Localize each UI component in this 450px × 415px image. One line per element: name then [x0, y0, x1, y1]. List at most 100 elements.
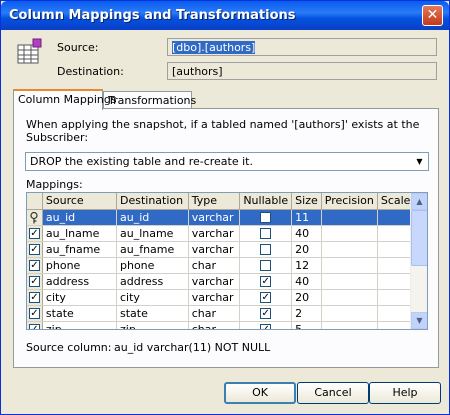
- cell-size[interactable]: 40: [291, 225, 322, 242]
- cell-nullable[interactable]: ✓: [239, 289, 293, 306]
- row-key-cell[interactable]: [27, 209, 43, 226]
- mappings-grid[interactable]: Source Destination Type Nullable Size Pr…: [26, 192, 428, 330]
- table-row[interactable]: ✓ state state char ✓ 2: [27, 305, 427, 322]
- table-row[interactable]: ✓ city city varchar ✓ 20: [27, 289, 427, 306]
- table-row[interactable]: au_id au_id varchar 11: [27, 209, 427, 226]
- nullable-checkbox[interactable]: [260, 212, 272, 223]
- column-header-precision[interactable]: Precision: [321, 193, 378, 210]
- column-header-destination[interactable]: Destination: [116, 193, 189, 210]
- cell-type[interactable]: char: [188, 257, 241, 274]
- column-header-nullable[interactable]: Nullable: [239, 193, 293, 210]
- cell-source[interactable]: zip: [42, 321, 117, 329]
- cell-nullable[interactable]: ✓: [239, 321, 293, 329]
- cell-type[interactable]: varchar: [188, 241, 241, 258]
- cell-source[interactable]: city: [42, 289, 117, 306]
- cell-source[interactable]: au_fname: [42, 241, 117, 258]
- row-include-cell[interactable]: ✓: [27, 321, 43, 329]
- cell-source[interactable]: address: [42, 273, 117, 290]
- cell-nullable[interactable]: [239, 225, 293, 242]
- row-include-cell[interactable]: ✓: [27, 289, 43, 306]
- close-button[interactable]: ✕: [422, 5, 443, 26]
- cell-destination[interactable]: address: [116, 273, 189, 290]
- destination-field[interactable]: [authors]: [167, 62, 437, 80]
- cell-nullable[interactable]: ✓: [239, 305, 293, 322]
- table-row[interactable]: ✓ zip zip char ✓ 5: [27, 321, 427, 329]
- dropdown-arrow-icon[interactable]: ▼: [412, 154, 427, 169]
- column-header-type[interactable]: Type: [188, 193, 241, 210]
- cell-destination[interactable]: au_fname: [116, 241, 189, 258]
- scroll-down-icon[interactable]: ▼: [411, 312, 427, 329]
- cell-type[interactable]: varchar: [188, 289, 241, 306]
- cell-precision[interactable]: [321, 209, 378, 226]
- tab-column-mappings[interactable]: Column Mappings: [13, 89, 117, 110]
- include-checkbox[interactable]: ✓: [28, 308, 40, 319]
- table-row[interactable]: ✓ au_lname au_lname varchar 40: [27, 225, 427, 242]
- cell-size[interactable]: 5: [291, 321, 322, 329]
- cell-precision[interactable]: [321, 225, 378, 242]
- table-row[interactable]: ✓ phone phone char 12: [27, 257, 427, 274]
- cell-precision[interactable]: [321, 321, 378, 329]
- column-header-source[interactable]: Source: [42, 193, 117, 210]
- cell-type[interactable]: varchar: [188, 209, 241, 226]
- table-row[interactable]: ✓ address address varchar ✓ 40: [27, 273, 427, 290]
- cell-destination[interactable]: city: [116, 289, 189, 306]
- help-button[interactable]: Help: [369, 382, 441, 404]
- cell-type[interactable]: char: [188, 305, 241, 322]
- scroll-thumb[interactable]: [411, 210, 427, 266]
- cell-source[interactable]: au_id: [42, 209, 117, 226]
- row-include-cell[interactable]: ✓: [27, 241, 43, 258]
- cell-destination[interactable]: au_lname: [116, 225, 189, 242]
- cell-nullable[interactable]: [239, 241, 293, 258]
- cell-precision[interactable]: [321, 305, 378, 322]
- title-bar[interactable]: Column Mappings and Transformations ✕: [1, 1, 449, 30]
- cell-type[interactable]: varchar: [188, 273, 241, 290]
- include-checkbox[interactable]: ✓: [28, 228, 40, 239]
- row-include-cell[interactable]: ✓: [27, 305, 43, 322]
- include-checkbox[interactable]: ✓: [28, 276, 40, 287]
- nullable-checkbox[interactable]: [260, 244, 272, 255]
- cell-precision[interactable]: [321, 241, 378, 258]
- cell-size[interactable]: 2: [291, 305, 322, 322]
- cell-precision[interactable]: [321, 289, 378, 306]
- cancel-button[interactable]: Cancel: [297, 382, 369, 404]
- cell-source[interactable]: state: [42, 305, 117, 322]
- cell-type[interactable]: char: [188, 321, 241, 329]
- cell-destination[interactable]: au_id: [116, 209, 189, 226]
- cell-nullable[interactable]: [239, 209, 293, 226]
- cell-source[interactable]: au_lname: [42, 225, 117, 242]
- existing-table-action-select[interactable]: DROP the existing table and re-create it…: [25, 152, 429, 171]
- include-checkbox[interactable]: ✓: [28, 260, 40, 271]
- cell-size[interactable]: 11: [291, 209, 322, 226]
- cell-nullable[interactable]: [239, 257, 293, 274]
- cell-type[interactable]: varchar: [188, 225, 241, 242]
- row-include-cell[interactable]: ✓: [27, 225, 43, 242]
- nullable-checkbox[interactable]: [260, 260, 272, 271]
- scroll-up-icon[interactable]: ▲: [411, 193, 427, 210]
- grid-scrollbar[interactable]: ▲ ▼: [410, 193, 427, 329]
- nullable-checkbox[interactable]: [260, 228, 272, 239]
- nullable-checkbox[interactable]: ✓: [260, 292, 272, 303]
- source-field[interactable]: [dbo].[authors]: [167, 38, 437, 56]
- cell-destination[interactable]: phone: [116, 257, 189, 274]
- column-header-size[interactable]: Size: [291, 193, 322, 210]
- cell-source[interactable]: phone: [42, 257, 117, 274]
- cell-size[interactable]: 20: [291, 289, 322, 306]
- row-include-cell[interactable]: ✓: [27, 273, 43, 290]
- include-checkbox[interactable]: ✓: [28, 324, 40, 329]
- cell-destination[interactable]: zip: [116, 321, 189, 329]
- ok-button[interactable]: OK: [224, 382, 296, 404]
- cell-precision[interactable]: [321, 257, 378, 274]
- cell-precision[interactable]: [321, 273, 378, 290]
- table-row[interactable]: ✓ au_fname au_fname varchar 20: [27, 241, 427, 258]
- row-include-cell[interactable]: ✓: [27, 257, 43, 274]
- cell-size[interactable]: 12: [291, 257, 322, 274]
- include-checkbox[interactable]: ✓: [28, 292, 40, 303]
- nullable-checkbox[interactable]: ✓: [260, 308, 272, 319]
- cell-destination[interactable]: state: [116, 305, 189, 322]
- nullable-checkbox[interactable]: ✓: [260, 324, 272, 329]
- nullable-checkbox[interactable]: ✓: [260, 276, 272, 287]
- cell-size[interactable]: 20: [291, 241, 322, 258]
- cell-nullable[interactable]: ✓: [239, 273, 293, 290]
- include-checkbox[interactable]: ✓: [28, 244, 40, 255]
- cell-size[interactable]: 40: [291, 273, 322, 290]
